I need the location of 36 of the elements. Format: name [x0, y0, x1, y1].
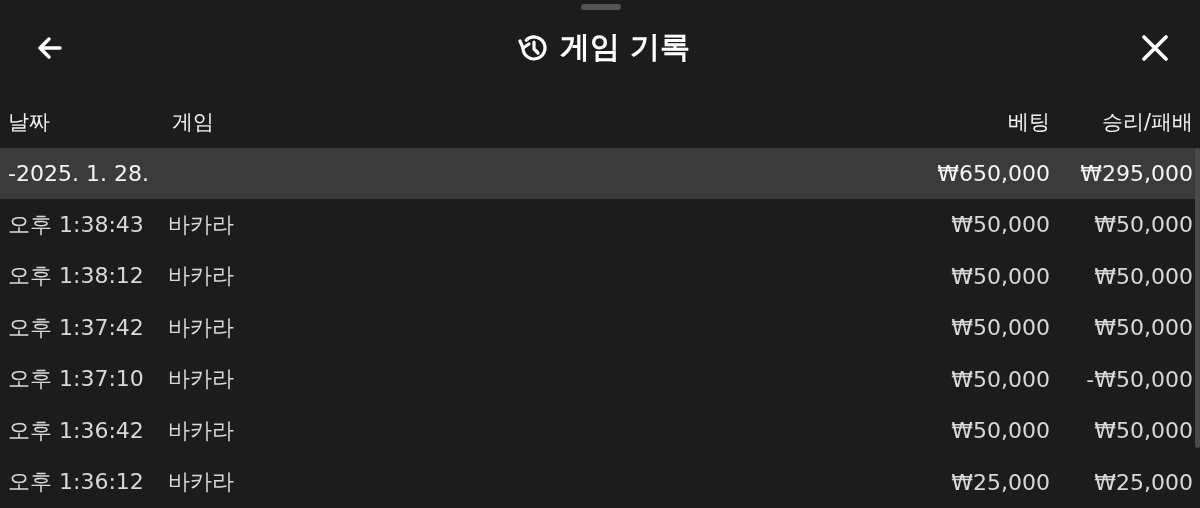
time-cell-text: 오후 1:38:12	[8, 262, 145, 291]
game-cell-text: 바카라	[168, 313, 235, 342]
date-group-label: -2025. 1. 28.	[8, 161, 150, 186]
time-cell-text: 오후 1:36:42	[8, 416, 145, 445]
result-cell-text: ₩50,000	[1093, 263, 1193, 289]
scrollbar[interactable]	[1195, 148, 1200, 448]
time-cell-text: 오후 1:38:43	[8, 210, 145, 239]
close-icon	[1140, 32, 1170, 63]
column-header: 베팅	[1007, 108, 1050, 136]
game-cell-text: 바카라	[168, 210, 235, 239]
window-title: 게임 기록	[559, 28, 691, 66]
bet-cell-text: ₩50,000	[950, 212, 1050, 238]
result-cell-text: ₩50,000	[1093, 212, 1193, 238]
result-cell-text: -₩50,000	[1085, 366, 1193, 392]
time-cell-text: 오후 1:36:12	[8, 468, 145, 497]
close-button[interactable]	[1140, 32, 1170, 63]
result-cell-text: ₩50,000	[1093, 418, 1193, 444]
game-cell-text: 바카라	[168, 468, 235, 497]
time-cell-text: 오후 1:37:42	[8, 313, 145, 342]
game-cell-text: 바카라	[168, 416, 235, 445]
game-cell-text: 바카라	[168, 365, 235, 394]
result-cell-text: ₩25,000	[1093, 469, 1193, 495]
time-cell-text: 오후 1:37:10	[8, 365, 145, 394]
drag-handle[interactable]	[581, 4, 621, 10]
result-total: ₩295,000	[1079, 161, 1193, 186]
bet-cell-text: ₩50,000	[950, 315, 1050, 341]
column-header: 게임	[171, 108, 215, 136]
bet-cell-text: ₩50,000	[950, 263, 1050, 289]
column-header: 승리/패배	[1100, 108, 1193, 136]
bet-cell-text: ₩50,000	[950, 418, 1050, 444]
column-header: 날짜	[8, 108, 51, 136]
bet-cell-text: ₩25,000	[950, 469, 1050, 495]
bet-total: ₩650,000	[936, 161, 1050, 186]
result-cell-text: ₩50,000	[1093, 315, 1193, 341]
game-cell-text: 바카라	[168, 262, 235, 291]
bet-cell-text: ₩50,000	[950, 366, 1050, 392]
